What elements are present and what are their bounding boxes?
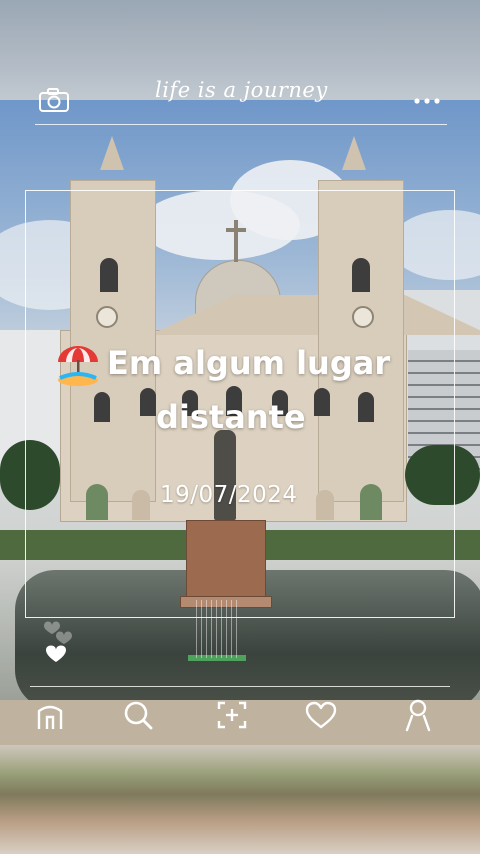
nav-divider: [30, 686, 450, 687]
right-spire: [342, 136, 366, 170]
home-icon[interactable]: [34, 700, 66, 732]
heart-icon[interactable]: [304, 700, 338, 730]
header-title: life is a journey: [155, 78, 328, 102]
more-dots-icon[interactable]: [414, 96, 440, 106]
camera-icon[interactable]: [38, 86, 70, 114]
caption-line-2: distante: [156, 398, 306, 436]
caption-line-1: Em algum lugar: [107, 344, 391, 382]
hearts-icon: [38, 612, 78, 668]
header-divider: [35, 124, 447, 125]
search-icon[interactable]: [121, 698, 155, 732]
beach-umbrella-icon: [54, 340, 102, 388]
profile-icon[interactable]: [403, 697, 433, 733]
background-blur-bottom: [0, 745, 480, 854]
caption-date: 19/07/2024: [160, 482, 298, 508]
left-spire: [100, 136, 124, 170]
add-square-icon[interactable]: [215, 699, 249, 731]
